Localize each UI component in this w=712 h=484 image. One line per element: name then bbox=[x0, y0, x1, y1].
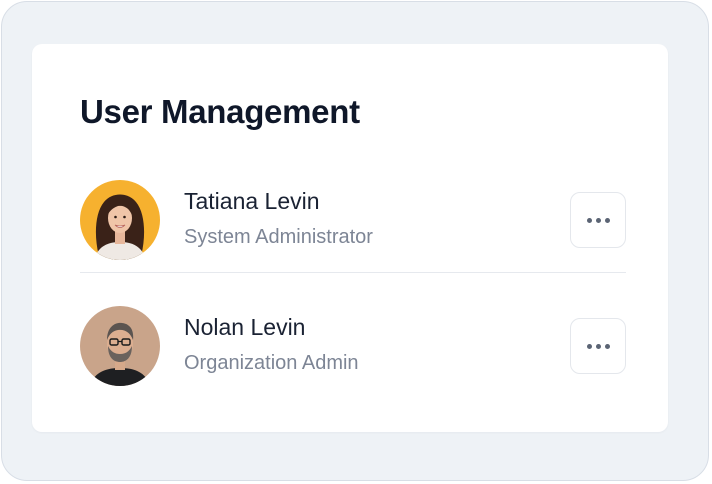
user-row-tatiana-levin: Tatiana Levin System Administrator bbox=[80, 178, 626, 262]
avatar bbox=[80, 306, 160, 386]
user-name: Tatiana Levin bbox=[184, 188, 320, 214]
more-options-button[interactable] bbox=[570, 192, 626, 248]
card-title: User Management bbox=[80, 93, 360, 130]
avatar-photo-man bbox=[80, 306, 160, 386]
user-management-card: User Management Tatiana Levin System Adm… bbox=[32, 44, 668, 432]
user-name: Nolan Levin bbox=[184, 314, 306, 340]
ellipsis-horizontal-icon bbox=[586, 217, 610, 223]
divider bbox=[80, 272, 626, 273]
avatar bbox=[80, 180, 160, 260]
avatar-photo-woman bbox=[80, 180, 160, 260]
ellipsis-horizontal-icon bbox=[586, 343, 610, 349]
user-row-nolan-levin: Nolan Levin Organization Admin bbox=[80, 304, 626, 388]
more-options-button[interactable] bbox=[570, 318, 626, 374]
user-role: System Administrator bbox=[184, 226, 373, 248]
user-role: Organization Admin bbox=[184, 352, 359, 374]
